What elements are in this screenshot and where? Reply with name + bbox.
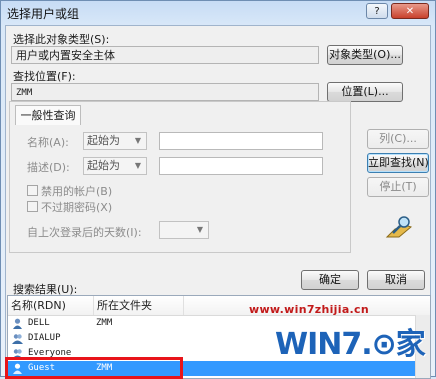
name-input[interactable]	[159, 132, 323, 150]
description-mode-value: 起始为	[87, 159, 120, 172]
close-button[interactable]: ✕	[391, 3, 429, 19]
non-expiring-password-label: 不过期密码(X)	[41, 201, 113, 214]
tab-common-queries[interactable]: 一般性查询	[15, 105, 81, 125]
highlight-annotation	[5, 357, 183, 379]
dialog-title: 选择用户或组	[7, 7, 80, 21]
watermark-logo: WIN7.⊙家	[275, 327, 426, 362]
result-folder: ZMM	[96, 318, 113, 328]
name-mode-value: 起始为	[87, 134, 120, 147]
title-buttons: ? ✕	[366, 3, 429, 19]
description-mode-select[interactable]: 起始为 ▼	[83, 157, 147, 175]
stop-button[interactable]: 停止(T)	[367, 177, 429, 197]
select-users-dialog: 选择用户或组 ? ✕ 选择此对象类型(S): 用户或内置安全主体 对象类型(O)…	[0, 0, 436, 379]
result-name: DIALUP	[28, 333, 61, 343]
chevron-down-icon: ▼	[196, 225, 204, 234]
column-header-folder[interactable]: 所在文件夹	[94, 296, 184, 315]
columns-button[interactable]: 列(C)...	[367, 129, 429, 149]
ok-button[interactable]: 确定	[301, 270, 359, 290]
days-since-logon-select[interactable]: ▼	[159, 221, 209, 239]
disabled-accounts-checkbox[interactable]	[27, 185, 38, 196]
days-since-logon-label: 自上次登录后的天数(I):	[27, 226, 142, 239]
object-types-button[interactable]: 对象类型(O)...	[327, 45, 403, 65]
disabled-accounts-label: 禁用的帐户(B)	[41, 185, 113, 198]
user-icon	[13, 318, 22, 329]
location-label: 查找位置(F):	[13, 70, 76, 83]
group-icon	[12, 334, 23, 344]
object-type-field: 用户或内置安全主体	[11, 46, 319, 64]
chevron-down-icon: ▼	[134, 136, 142, 145]
description-label: 描述(D):	[27, 161, 70, 174]
name-label: 名称(A):	[27, 136, 69, 149]
result-name: DELL	[28, 318, 50, 328]
chevron-down-icon: ▼	[134, 161, 142, 170]
help-button[interactable]: ?	[366, 3, 388, 19]
find-now-button[interactable]: 立即查找(N)	[367, 153, 429, 173]
object-type-label: 选择此对象类型(S):	[13, 33, 110, 46]
non-expiring-password-checkbox[interactable]	[27, 201, 38, 212]
cancel-button[interactable]: 取消	[367, 270, 425, 290]
name-mode-select[interactable]: 起始为 ▼	[83, 132, 147, 150]
watermark-url: www.win7zhijia.cn	[249, 303, 369, 316]
column-header-name[interactable]: 名称(RDN)	[8, 296, 94, 315]
search-icon	[385, 216, 413, 238]
location-field: ZMM	[11, 83, 319, 101]
locations-button[interactable]: 位置(L)...	[327, 82, 403, 102]
description-input[interactable]	[159, 157, 323, 175]
